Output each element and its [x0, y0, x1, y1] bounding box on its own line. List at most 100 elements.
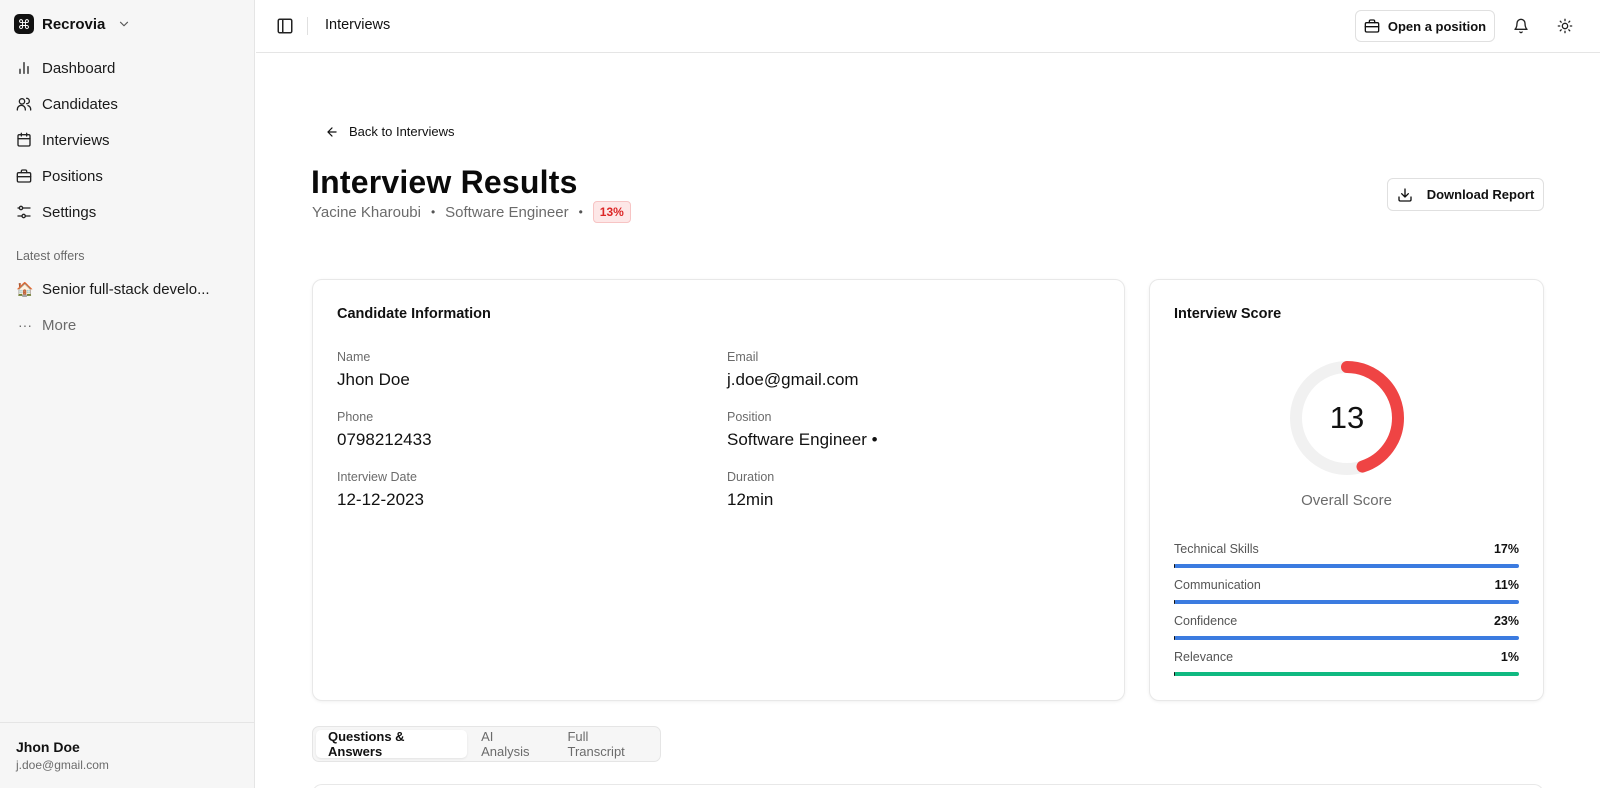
briefcase-icon [16, 169, 32, 183]
field-label: Position [727, 410, 772, 424]
metric-bar-fill [1174, 600, 1175, 604]
overall-score-label: Overall Score [1301, 492, 1392, 509]
field-value: Jhon Doe [337, 370, 410, 389]
sidebar-item-dashboard[interactable]: Dashboard [8, 50, 246, 86]
tab-ai-analysis[interactable]: AI Analysis [469, 729, 553, 759]
metric-confidence: Confidence 23% [1174, 614, 1519, 640]
metric-name: Confidence [1174, 614, 1238, 628]
sidebar-item-label: Dashboard [42, 59, 116, 77]
download-report-button[interactable]: Download Report [1387, 178, 1544, 211]
back-label: Back to Interviews [349, 124, 455, 139]
metric-bar [1174, 636, 1519, 640]
tab-content-card [312, 784, 1544, 788]
user-menu[interactable]: Jhon Doe j.doe@gmail.com [0, 722, 254, 788]
app-name: Recrovia [42, 15, 106, 33]
sidebar-item-label: Positions [42, 167, 103, 185]
field-phone: Phone 0798212433 [337, 410, 432, 450]
offer-item[interactable]: 🏠 Senior full-stack develo... [8, 271, 246, 307]
metric-value: 23% [1493, 614, 1519, 628]
sidebar: ⌘ Recrovia Dashboard Candidates Intervie… [0, 0, 255, 788]
chevron-down-icon [120, 21, 129, 27]
sidebar-item-positions[interactable]: Positions [8, 158, 246, 194]
workspace-switcher[interactable]: ⌘ Recrovia [14, 13, 131, 35]
calendar-icon [17, 132, 31, 147]
field-email: Email j.doe@gmail.com [727, 350, 859, 390]
card-title: Interview Score [1174, 306, 1282, 322]
field-value: j.doe@gmail.com [727, 370, 859, 389]
sidebar-item-label: Settings [42, 203, 97, 221]
open-position-label: Open a position [1387, 18, 1487, 34]
more-offers-button[interactable]: ··· More [8, 307, 246, 343]
metric-communication: Communication 11% [1174, 578, 1519, 604]
briefcase-icon [1364, 19, 1380, 33]
bell-icon [1514, 18, 1528, 34]
interview-summary: Yacine Kharoubi • Software Engineer • 13… [312, 201, 631, 223]
ellipsis-icon: ··· [18, 317, 32, 333]
sidebar-item-candidates[interactable]: Candidates [8, 86, 246, 122]
tab-questions-answers[interactable]: Questions & Answers [316, 729, 468, 759]
sun-icon [1557, 18, 1573, 34]
metric-bar [1174, 672, 1519, 676]
results-tabs: Questions & Answers AI Analysis Full Tra… [312, 726, 661, 762]
field-label: Phone [337, 410, 374, 424]
candidate-name: Yacine Kharoubi [312, 203, 421, 221]
back-to-interviews-link[interactable]: Back to Interviews [325, 124, 455, 139]
sliders-icon [17, 205, 31, 219]
open-position-button[interactable]: Open a position [1355, 10, 1495, 42]
sidebar-nav: Dashboard Candidates Interviews Position… [8, 50, 246, 230]
field-position: Position Software Engineer • [727, 410, 878, 450]
metric-bar [1174, 600, 1519, 604]
candidate-role: Software Engineer [445, 203, 569, 221]
candidate-information-card: Candidate Information Name Jhon Doe Emai… [312, 279, 1125, 701]
latest-offers-list: 🏠 Senior full-stack develo... ··· More [8, 271, 246, 343]
field-value: 0798212433 [337, 430, 432, 449]
field-value: Software Engineer • [727, 430, 878, 449]
field-label: Duration [727, 470, 775, 484]
download-label: Download Report [1426, 187, 1535, 202]
house-emoji-icon: 🏠 [16, 280, 34, 297]
topbar: Interviews Open a position [256, 0, 1600, 53]
notifications-button[interactable] [1511, 16, 1531, 36]
separator-dot: • [578, 205, 583, 219]
users-icon [16, 97, 32, 111]
metric-value: 17% [1493, 542, 1519, 556]
metric-bar-fill [1174, 672, 1175, 676]
metric-value: 11% [1494, 578, 1519, 592]
breadcrumb: Interviews [325, 17, 391, 33]
field-duration: Duration 12min [727, 470, 774, 510]
sidebar-item-label: Interviews [42, 131, 110, 149]
theme-toggle-button[interactable] [1555, 16, 1575, 36]
topbar-divider [307, 17, 308, 35]
field-name: Name Jhon Doe [337, 350, 410, 390]
user-email: j.doe@gmail.com [16, 758, 109, 772]
field-value: 12-12-2023 [337, 490, 424, 509]
overall-score-value: 13 [1329, 400, 1365, 435]
card-title: Candidate Information [337, 306, 491, 322]
metric-technical-skills: Technical Skills 17% [1174, 542, 1519, 568]
tab-full-transcript[interactable]: Full Transcript [555, 729, 657, 759]
metric-bar [1174, 564, 1519, 568]
more-label: More [42, 316, 77, 334]
sidebar-item-settings[interactable]: Settings [8, 194, 246, 230]
arrow-left-icon [327, 126, 337, 137]
metric-relevance: Relevance 1% [1174, 650, 1519, 676]
score-badge: 13% [592, 201, 631, 223]
bar-chart-icon [19, 62, 29, 74]
field-label: Interview Date [337, 470, 417, 484]
field-label: Email [727, 350, 759, 364]
metric-name: Communication [1174, 578, 1261, 592]
user-name: Jhon Doe [16, 739, 80, 755]
metric-name: Relevance [1174, 650, 1234, 664]
field-interview-date: Interview Date 12-12-2023 [337, 470, 424, 510]
field-label: Name [337, 350, 371, 364]
offer-label: Senior full-stack develo... [42, 280, 210, 298]
page-title: Interview Results [311, 164, 578, 200]
sidebar-item-label: Candidates [42, 95, 118, 113]
sidebar-item-interviews[interactable]: Interviews [8, 122, 246, 158]
field-value: 12min [727, 490, 774, 509]
metric-bar-fill [1174, 636, 1175, 640]
metric-name: Technical Skills [1174, 542, 1259, 556]
interview-score-card: Interview Score 13 Overall Score Technic… [1149, 279, 1544, 701]
metric-value: 1% [1500, 650, 1519, 664]
sidebar-toggle-icon[interactable] [276, 17, 294, 35]
